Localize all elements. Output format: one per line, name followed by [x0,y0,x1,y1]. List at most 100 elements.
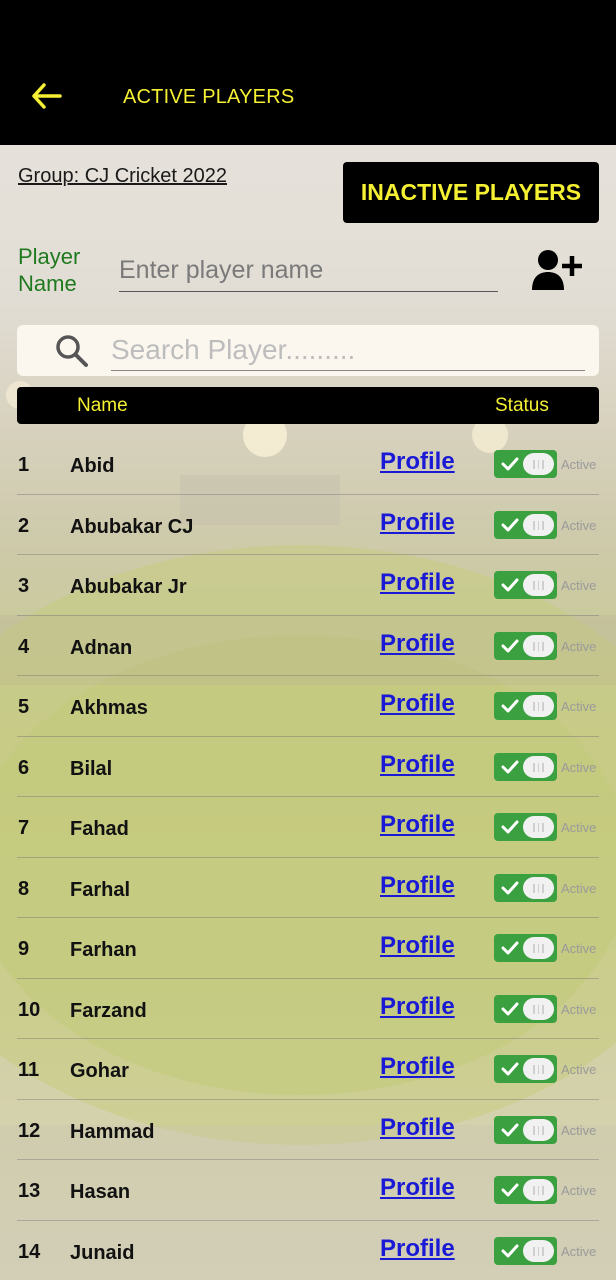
profile-link[interactable]: Profile [380,1053,455,1081]
table-row: 1 Abid Profile Active [0,434,616,495]
row-number: 12 [18,1119,41,1142]
status-toggle[interactable] [494,692,557,720]
toggle-knob [523,1239,554,1262]
profile-link[interactable]: Profile [380,630,455,658]
toggle-knob [523,695,554,717]
add-player-button[interactable] [530,248,582,292]
table-row: 5 Akhmas Profile Active [0,676,616,737]
status-label: Active [561,1243,597,1259]
check-icon [501,578,519,592]
toggle-knob [523,755,554,778]
profile-link[interactable]: Profile [380,1174,455,1202]
profile-link[interactable]: Profile [380,569,455,597]
status-toggle[interactable] [494,1176,557,1204]
profile-link[interactable]: Profile [380,509,455,537]
status-toggle[interactable] [494,813,557,841]
player-name: Bilal [70,757,113,780]
inactive-players-button[interactable]: INACTIVE PLAYERS [343,162,599,223]
check-icon [501,699,519,713]
table-row: 13 Hasan Profile Active [0,1160,616,1221]
toggle-knob [523,937,554,959]
profile-link[interactable]: Profile [380,872,455,900]
profile-link[interactable]: Profile [380,690,455,718]
column-header-name: Name [77,395,128,416]
player-name: Hammad [70,1120,155,1143]
group-name-label: Group: CJ Cricket 2022 [18,165,227,187]
status-toggle[interactable] [494,873,557,902]
search-bar [17,325,599,376]
status-toggle[interactable] [494,1236,557,1265]
status-label: Active [561,638,597,654]
check-icon [501,941,519,955]
column-header-status: Status [495,395,549,416]
status-toggle[interactable] [494,1055,557,1083]
status-label: Active [561,759,597,775]
table-row: 6 Bilal Profile Active [0,737,616,798]
page-title: ACTIVE PLAYERS [123,86,295,108]
player-name: Akhmas [70,697,148,719]
player-name: Farhan [70,939,137,961]
check-icon [501,1062,519,1076]
search-input[interactable] [111,329,585,371]
status-label: Active [561,1062,597,1077]
status-toggle[interactable] [494,571,557,599]
status-label: Active [561,699,597,714]
row-number: 2 [18,514,30,537]
player-name: Gohar [70,1060,129,1082]
status-toggle[interactable] [494,631,557,660]
status-toggle[interactable] [494,994,557,1023]
profile-link[interactable]: Profile [380,1114,455,1142]
player-name-label: Player Name [18,244,81,296]
row-number: 10 [18,998,41,1021]
status-label: Active [561,578,597,593]
status-toggle[interactable] [494,1115,557,1144]
table-row: 3 Abubakar Jr Profile Active [0,555,616,616]
player-name-input[interactable] [119,250,498,292]
search-icon [56,335,88,367]
row-number: 14 [18,1240,41,1263]
player-name: Fahad [70,818,129,840]
toggle-knob [523,513,554,536]
status-label: Active [561,517,597,533]
profile-link[interactable]: Profile [380,448,455,476]
profile-link[interactable]: Profile [380,751,455,779]
row-number: 6 [18,756,30,779]
profile-link[interactable]: Profile [380,932,455,960]
top-app-bar: ACTIVE PLAYERS [0,0,616,145]
table-header: Name Status [17,387,599,424]
player-name: Abid [70,455,115,477]
status-toggle[interactable] [494,510,557,539]
status-label: Active [561,1122,597,1138]
back-button[interactable] [26,78,66,114]
arrow-left-icon [32,83,62,109]
check-icon [501,820,519,834]
check-icon [501,760,519,773]
row-number: 8 [18,877,30,900]
status-label: Active [561,941,597,956]
check-icon [501,881,519,894]
profile-link[interactable]: Profile [380,993,455,1021]
check-icon [501,457,519,471]
profile-link[interactable]: Profile [380,811,455,839]
toggle-knob [523,997,554,1020]
table-row: 7 Fahad Profile Active [0,797,616,858]
toggle-knob [523,876,554,899]
row-number: 3 [18,575,30,597]
check-icon [501,1123,519,1136]
status-label: Active [561,880,597,896]
toggle-knob [523,1118,554,1141]
toggle-knob [523,453,554,475]
add-user-icon [532,250,582,290]
status-toggle[interactable] [494,752,557,781]
status-toggle[interactable] [494,450,557,478]
table-row: 4 Adnan Profile Active [0,616,616,677]
row-number: 13 [18,1180,41,1202]
toggle-knob [523,574,554,596]
player-name: Hasan [70,1181,131,1203]
row-number: 9 [18,938,30,960]
check-icon [501,639,519,652]
toggle-knob [523,816,554,838]
profile-link[interactable]: Profile [380,1235,455,1263]
status-toggle[interactable] [494,934,557,962]
player-name: Farhal [70,878,131,901]
